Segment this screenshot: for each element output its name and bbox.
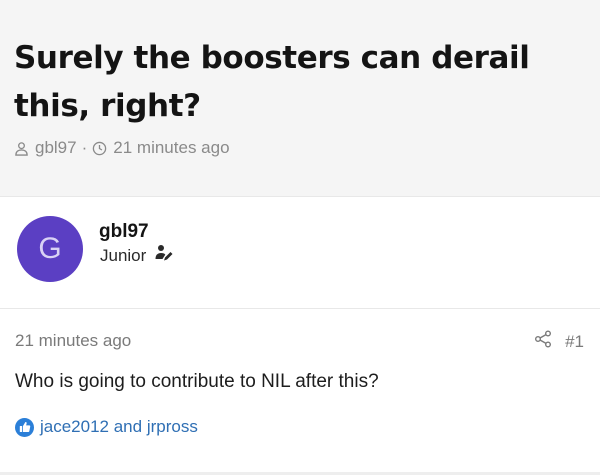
thread-starter-link[interactable]: gbl97 — [35, 138, 77, 158]
thread-header: Surely the boosters can derail this, rig… — [0, 0, 600, 196]
meta-separator: · — [81, 138, 88, 157]
thread-time-link[interactable]: 21 minutes ago — [113, 138, 229, 158]
post-actions: #1 — [534, 330, 584, 353]
reaction-users-link[interactable]: jace2012 and jrpross — [40, 417, 198, 437]
user-title: Junior — [100, 244, 174, 267]
reactions-bar[interactable]: jace2012 and jrpross — [15, 417, 198, 437]
post-date-link[interactable]: 21 minutes ago — [15, 331, 131, 351]
user-badge-icon — [146, 244, 174, 267]
thumbs-up-icon — [15, 417, 34, 437]
post-message: 21 minutes ago #1 Who is going to contri… — [0, 310, 600, 475]
clock-icon — [92, 141, 107, 156]
user-icon — [14, 141, 29, 156]
thread-title: Surely the boosters can derail this, rig… — [14, 40, 530, 124]
username-link[interactable]: gbl97 — [99, 221, 149, 243]
post-author-block: G gbl97 Junior — [0, 196, 600, 309]
post-body: Who is going to contribute to NIL after … — [15, 371, 379, 392]
post-number-link[interactable]: #1 — [565, 332, 584, 352]
user-title-label: Junior — [100, 245, 147, 265]
avatar[interactable]: G — [17, 216, 83, 282]
thread-meta: gbl97 · 21 minutes ago — [14, 138, 230, 158]
share-icon[interactable] — [534, 330, 552, 353]
